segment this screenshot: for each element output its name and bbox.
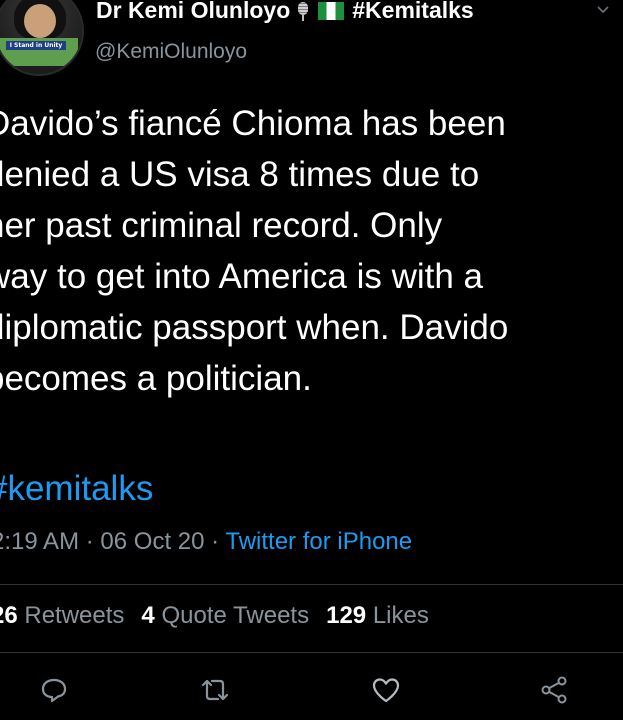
tweet-line: her past criminal record. Only xyxy=(0,206,443,245)
nigeria-flag-icon xyxy=(318,1,345,20)
tweet-line: diplomatic passport when. Davido xyxy=(0,308,509,347)
tweet-line: becomes a politician. xyxy=(0,359,312,398)
quote-count: 4 xyxy=(141,602,155,629)
tweet-line: Davido’s fiancé Chioma has been xyxy=(0,104,506,143)
tweet-date[interactable]: 06 Oct 20 xyxy=(100,528,204,555)
avatar-badge-text: I Stand in Unity xyxy=(6,41,66,50)
divider xyxy=(0,652,623,653)
tweet-line: way to get into America is with a xyxy=(0,257,483,296)
retweets-stat[interactable]: 26 Retweets xyxy=(0,602,124,629)
retweets-count: 26 xyxy=(0,602,18,629)
author-display-name[interactable]: Dr Kemi Olunloyo #Kemitalks xyxy=(96,0,474,24)
retweets-label: Retweets xyxy=(24,602,125,629)
author-handle[interactable]: @KemiOlunloyo xyxy=(95,40,247,64)
retweet-icon[interactable] xyxy=(199,674,231,706)
avatar[interactable]: I Stand in Unity xyxy=(0,0,84,76)
meta-separator: · xyxy=(211,528,220,555)
quote-tweets-stat[interactable]: 4 Quote Tweets xyxy=(141,602,309,629)
heart-icon[interactable] xyxy=(370,674,402,706)
tweet-line: denied a US visa 8 times due to xyxy=(0,155,480,194)
tweet-meta: 2:19 AM · 06 Oct 20 · Twitter for iPhone xyxy=(0,526,412,558)
tweet-text: Davido’s fiancé Chioma has been denied a… xyxy=(0,98,623,404)
tweet-hashtag-link[interactable]: #kemitalks xyxy=(0,468,153,510)
tweet-header: I Stand in Unity Dr Kemi Olunloyo #Kemit… xyxy=(0,0,623,80)
avatar-face xyxy=(24,4,56,38)
likes-count: 129 xyxy=(326,602,367,629)
author-name-hashtag: #Kemitalks xyxy=(352,0,474,23)
microphone-icon xyxy=(298,0,309,22)
meta-separator: · xyxy=(85,528,94,555)
tweet-source-link[interactable]: Twitter for iPhone xyxy=(225,528,412,555)
share-icon[interactable] xyxy=(538,674,570,706)
likes-stat[interactable]: 129 Likes xyxy=(326,602,429,629)
divider xyxy=(0,584,623,585)
reply-icon[interactable] xyxy=(38,674,70,706)
chevron-down-icon[interactable] xyxy=(596,4,610,16)
tweet-stats: 26 Retweets 4 Quote Tweets 129 Likes xyxy=(0,600,429,632)
author-name-text: Dr Kemi Olunloyo xyxy=(96,0,291,23)
quote-label: Quote Tweets xyxy=(161,602,310,629)
tweet-time[interactable]: 2:19 AM xyxy=(0,528,79,555)
likes-label: Likes xyxy=(372,602,429,629)
